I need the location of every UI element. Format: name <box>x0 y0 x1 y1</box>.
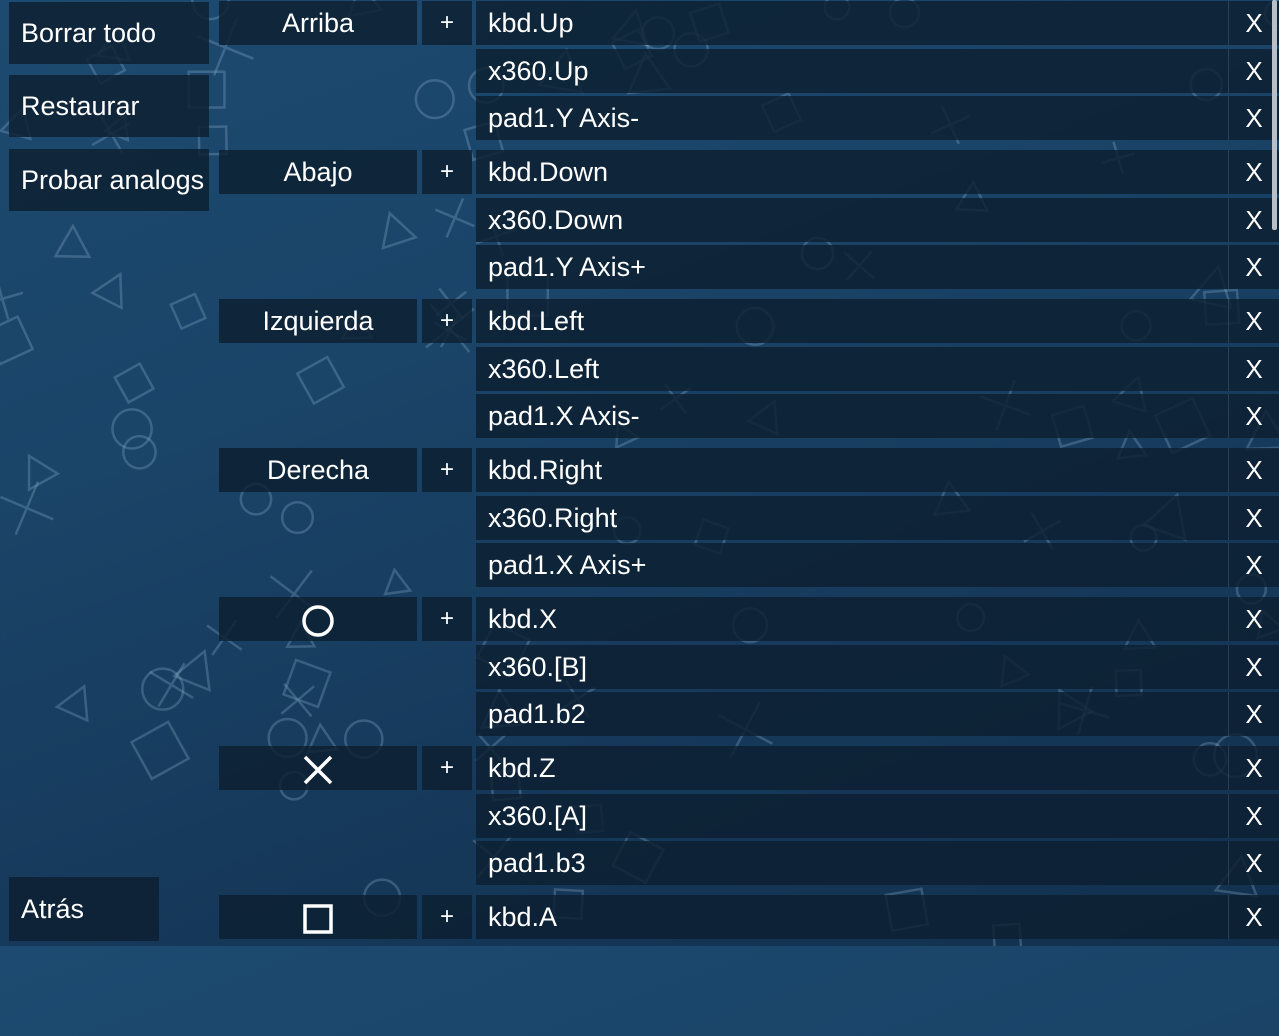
binding-row[interactable]: x360.[A] <box>476 793 1228 838</box>
delete-binding-button[interactable]: X <box>1228 597 1279 641</box>
binding-row[interactable]: pad1.Y Axis+ <box>476 245 1228 289</box>
background-symbol <box>0 277 24 320</box>
delete-binding-button[interactable]: X <box>1228 746 1279 790</box>
delete-binding-button[interactable]: X <box>1228 448 1279 492</box>
background-symbol <box>54 684 89 723</box>
mapping-label-circle[interactable] <box>219 597 417 641</box>
mapping-group: + kbd.Z Xx360.[A] Xpad1.b3 X <box>219 746 1279 887</box>
mapping-group: Izquierda + kbd.Left Xx360.Left Xpad1.X Axis… <box>219 299 1279 440</box>
binding-row[interactable]: x360.[B] <box>476 644 1228 689</box>
background-symbol <box>111 408 153 450</box>
delete-binding-button[interactable]: X <box>1228 346 1279 391</box>
mapping-group: + kbd.A X <box>219 895 1279 1036</box>
binding-row[interactable]: x360.Up <box>476 48 1228 93</box>
delete-binding-button[interactable]: X <box>1228 793 1279 838</box>
background-symbol <box>129 720 191 781</box>
background-symbol <box>0 481 54 536</box>
binding-row[interactable]: kbd.X <box>476 597 1228 641</box>
binding-row[interactable]: pad1.b2 <box>476 692 1228 736</box>
binding-row[interactable]: kbd.Right <box>476 448 1228 492</box>
delete-binding-button[interactable]: X <box>1228 495 1279 540</box>
add-binding-button[interactable]: + <box>422 895 472 939</box>
cross-icon <box>300 753 336 785</box>
binding-row[interactable]: x360.Down <box>476 197 1228 242</box>
clear-all-button[interactable]: Borrar todo <box>9 2 209 64</box>
background-symbol <box>53 223 92 259</box>
background-symbol <box>0 314 35 366</box>
mapping-group: Derecha + kbd.Right Xx360.Right Xpad1.X Axis… <box>219 448 1279 589</box>
add-binding-button[interactable]: + <box>422 299 472 343</box>
test-analogs-button[interactable]: Probar analogs <box>9 149 209 211</box>
mapping-label[interactable]: Derecha <box>219 448 417 492</box>
binding-row[interactable]: kbd.Left <box>476 299 1228 343</box>
mapping-label-cross[interactable] <box>219 746 417 790</box>
add-binding-button[interactable]: + <box>422 448 472 492</box>
delete-binding-button[interactable]: X <box>1228 841 1279 885</box>
delete-binding-button[interactable]: X <box>1228 299 1279 343</box>
binding-row[interactable]: kbd.Down <box>476 150 1228 194</box>
binding-row[interactable]: kbd.A <box>476 895 1228 939</box>
back-button[interactable]: Atrás <box>9 877 159 941</box>
binding-row[interactable]: pad1.X Axis- <box>476 394 1228 438</box>
mapping-group: Abajo + kbd.Down Xx360.Down Xpad1.Y Axis+ X <box>219 150 1279 291</box>
add-binding-button[interactable]: + <box>422 1 472 45</box>
restore-button[interactable]: Restaurar <box>9 75 209 137</box>
delete-binding-button[interactable]: X <box>1228 394 1279 438</box>
mapping-label[interactable]: Arriba <box>219 1 417 45</box>
mapping-label-square[interactable] <box>219 895 417 939</box>
mapping-label[interactable]: Izquierda <box>219 299 417 343</box>
delete-binding-button[interactable]: X <box>1228 644 1279 689</box>
scrollbar[interactable] <box>1272 0 1277 230</box>
mapping-label[interactable]: Abajo <box>219 150 417 194</box>
mapping-group: Arriba + kbd.Up Xx360.Up Xpad1.Y Axis- X <box>219 1 1279 142</box>
delete-binding-button[interactable]: X <box>1228 692 1279 736</box>
add-binding-button[interactable]: + <box>422 597 472 641</box>
binding-row[interactable]: x360.Right <box>476 495 1228 540</box>
delete-binding-button[interactable]: X <box>1228 543 1279 587</box>
add-binding-button[interactable]: + <box>422 150 472 194</box>
background-symbol <box>113 361 156 405</box>
binding-row[interactable]: x360.Left <box>476 346 1228 391</box>
binding-row[interactable]: pad1.Y Axis- <box>476 96 1228 140</box>
binding-row[interactable]: pad1.b3 <box>476 841 1228 885</box>
add-binding-button[interactable]: + <box>422 746 472 790</box>
mapping-group: + kbd.X Xx360.[B] Xpad1.b2 X <box>219 597 1279 738</box>
background-symbol <box>122 434 157 470</box>
binding-row[interactable]: pad1.X Axis+ <box>476 543 1228 587</box>
delete-binding-button[interactable]: X <box>1228 895 1279 939</box>
background-symbol <box>169 292 208 331</box>
delete-binding-button[interactable]: X <box>1228 245 1279 289</box>
background-symbol <box>89 271 123 310</box>
square-icon <box>300 902 336 934</box>
circle-icon <box>300 604 336 637</box>
binding-row[interactable]: kbd.Up <box>476 1 1228 45</box>
binding-row[interactable]: kbd.Z <box>476 746 1228 790</box>
